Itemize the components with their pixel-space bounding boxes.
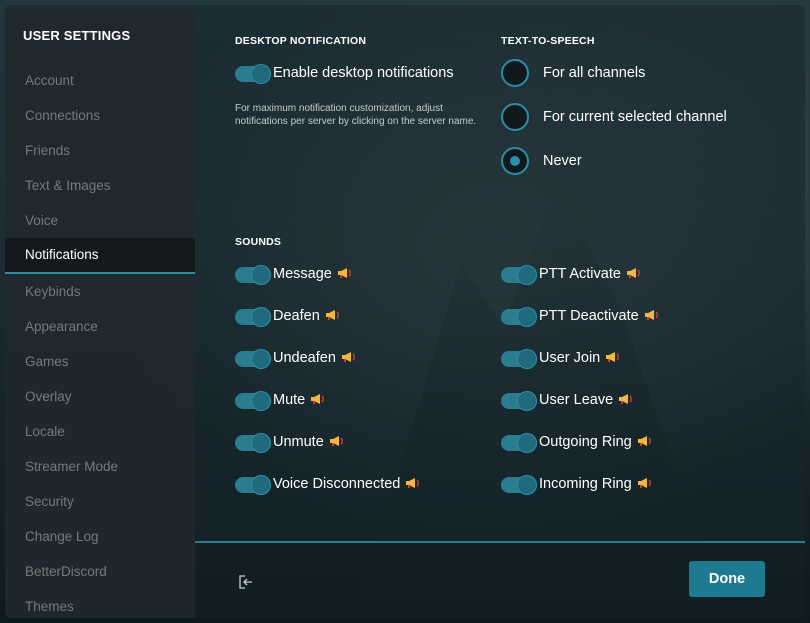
megaphone-icon[interactable] xyxy=(605,351,621,363)
desktop-notification-heading: DESKTOP NOTIFICATION xyxy=(235,35,367,47)
sidebar-item-locale[interactable]: Locale xyxy=(5,414,195,449)
toggle-knob xyxy=(517,307,537,327)
exit-icon[interactable] xyxy=(237,573,255,591)
toggle-knob xyxy=(517,265,537,285)
settings-modal: USER SETTINGS Account Connections Friend… xyxy=(5,5,805,618)
desktop-notifications-toggle[interactable] xyxy=(235,64,271,84)
toggle-knob xyxy=(251,475,271,495)
sound-toggle-unmute[interactable] xyxy=(235,433,271,453)
sidebar-item-themes[interactable]: Themes xyxy=(5,589,195,618)
sidebar-item-security[interactable]: Security xyxy=(5,484,195,519)
sound-toggle-undeafen[interactable] xyxy=(235,349,271,369)
notifications-panel: DESKTOP NOTIFICATION Enable desktop noti… xyxy=(195,5,805,618)
tts-radio-all-channels[interactable] xyxy=(501,59,529,87)
sidebar-item-keybinds[interactable]: Keybinds xyxy=(5,274,195,309)
radio-selected-dot xyxy=(510,156,520,166)
sound-toggle-user-join[interactable] xyxy=(501,349,537,369)
settings-sidebar: USER SETTINGS Account Connections Friend… xyxy=(5,5,195,618)
sidebar-item-games[interactable]: Games xyxy=(5,344,195,379)
toggle-knob xyxy=(251,64,271,84)
tts-radio-current-channel[interactable] xyxy=(501,103,529,131)
desktop-notifications-label: Enable desktop notifications xyxy=(273,65,454,81)
tts-radio-never[interactable] xyxy=(501,147,529,175)
sidebar-item-notifications[interactable]: Notifications xyxy=(5,238,195,274)
megaphone-icon[interactable] xyxy=(637,435,653,447)
megaphone-icon[interactable] xyxy=(618,393,634,405)
sound-toggle-mute[interactable] xyxy=(235,391,271,411)
sound-toggle-user-leave[interactable] xyxy=(501,391,537,411)
megaphone-icon[interactable] xyxy=(637,477,653,489)
toggle-knob xyxy=(517,349,537,369)
sound-label-user-leave: User Leave xyxy=(539,392,614,408)
sound-toggle-ptt-deactivate[interactable] xyxy=(501,307,537,327)
megaphone-icon[interactable] xyxy=(341,351,357,363)
sidebar-item-connections[interactable]: Connections xyxy=(5,98,195,133)
toggle-knob xyxy=(251,349,271,369)
tts-option-current-channel-label: For current selected channel xyxy=(543,109,727,125)
sidebar-item-change-log[interactable]: Change Log xyxy=(5,519,195,554)
toggle-knob xyxy=(251,307,271,327)
sidebar-item-account[interactable]: Account xyxy=(5,63,195,98)
sidebar-item-betterdiscord[interactable]: BetterDiscord xyxy=(5,554,195,589)
toggle-knob xyxy=(517,433,537,453)
tts-option-never-label: Never xyxy=(543,153,582,169)
desktop-notifications-hint: For maximum notification customization, … xyxy=(235,103,477,127)
sounds-heading: SOUNDS xyxy=(235,236,282,248)
sound-label-ptt-activate: PTT Activate xyxy=(539,266,621,282)
sound-toggle-ptt-activate[interactable] xyxy=(501,265,537,285)
tts-option-all-channels-label: For all channels xyxy=(543,65,646,81)
sound-label-message: Message xyxy=(273,266,332,282)
sound-label-undeafen: Undeafen xyxy=(273,350,336,366)
sound-label-voice-disconnected: Voice Disconnected xyxy=(273,476,401,492)
toggle-knob xyxy=(251,265,271,285)
sidebar-nav: Account Connections Friends Text & Image… xyxy=(5,63,195,618)
megaphone-icon[interactable] xyxy=(626,267,642,279)
sidebar-item-friends[interactable]: Friends xyxy=(5,133,195,168)
tts-heading: TEXT-TO-SPEECH xyxy=(501,35,595,47)
sound-label-user-join: User Join xyxy=(539,350,601,366)
sidebar-item-streamer-mode[interactable]: Streamer Mode xyxy=(5,449,195,484)
sidebar-item-overlay[interactable]: Overlay xyxy=(5,379,195,414)
sound-label-mute: Mute xyxy=(273,392,306,408)
sound-label-unmute: Unmute xyxy=(273,434,324,450)
megaphone-icon[interactable] xyxy=(405,477,421,489)
sound-toggle-outgoing-ring[interactable] xyxy=(501,433,537,453)
sidebar-item-appearance[interactable]: Appearance xyxy=(5,309,195,344)
toggle-knob xyxy=(517,391,537,411)
sound-label-ptt-deactivate: PTT Deactivate xyxy=(539,308,639,324)
sidebar-item-voice[interactable]: Voice xyxy=(5,203,195,238)
sound-toggle-voice-disconnected[interactable] xyxy=(235,475,271,495)
sound-label-outgoing-ring: Outgoing Ring xyxy=(539,434,632,450)
done-button[interactable]: Done xyxy=(689,561,765,597)
toggle-knob xyxy=(251,391,271,411)
toggle-knob xyxy=(251,433,271,453)
settings-footer: Done xyxy=(195,543,805,618)
megaphone-icon[interactable] xyxy=(325,309,341,321)
toggle-knob xyxy=(517,475,537,495)
sidebar-title: USER SETTINGS xyxy=(23,28,131,43)
megaphone-icon[interactable] xyxy=(310,393,326,405)
megaphone-icon[interactable] xyxy=(337,267,353,279)
sidebar-item-text-images[interactable]: Text & Images xyxy=(5,168,195,203)
sound-toggle-incoming-ring[interactable] xyxy=(501,475,537,495)
sound-toggle-message[interactable] xyxy=(235,265,271,285)
sound-label-deafen: Deafen xyxy=(273,308,320,324)
megaphone-icon[interactable] xyxy=(644,309,660,321)
megaphone-icon[interactable] xyxy=(329,435,345,447)
sound-label-incoming-ring: Incoming Ring xyxy=(539,476,632,492)
sound-toggle-deafen[interactable] xyxy=(235,307,271,327)
